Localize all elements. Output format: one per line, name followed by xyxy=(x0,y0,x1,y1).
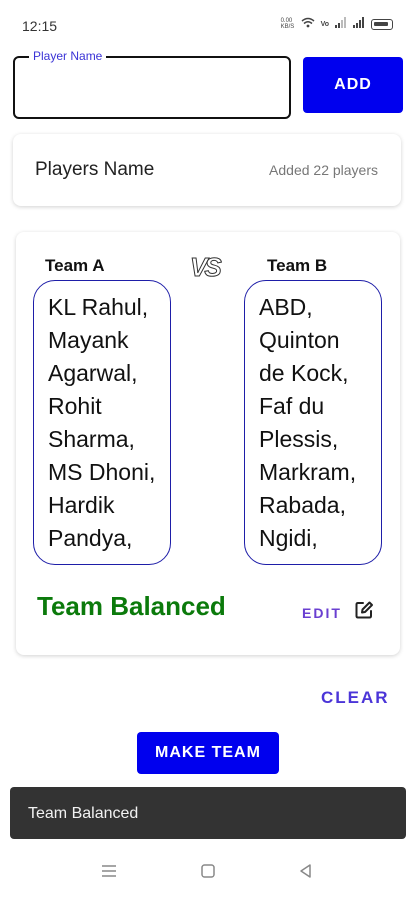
signal-icon-2 xyxy=(353,17,365,31)
players-name-card[interactable]: Players Name Added 22 players xyxy=(13,134,401,206)
team-b-player: de Kock, xyxy=(259,360,349,386)
team-a-box: KL Rahul, Mayank Agarwal, Rohit Sharma, … xyxy=(33,280,171,565)
vs-icon: VS xyxy=(190,252,223,283)
team-a-player: Agarwal, xyxy=(48,360,138,386)
make-team-button[interactable]: MAKE TEAM xyxy=(137,732,279,774)
edit-icon xyxy=(354,600,374,625)
team-a-player: Pandya, xyxy=(48,525,133,551)
edit-label: EDIT xyxy=(302,604,342,621)
menu-lines-icon[interactable] xyxy=(100,863,118,884)
status-icons: 0.00 KB/S Vo xyxy=(281,17,393,31)
status-bar: 12:15 0.00 KB/S Vo xyxy=(0,0,415,52)
team-a-header: Team A xyxy=(45,256,105,275)
system-navigation-bar xyxy=(0,845,415,900)
wifi-icon xyxy=(301,17,315,31)
volte-icon: Vo xyxy=(320,20,329,28)
team-a-player: KL Rahul, xyxy=(48,294,149,320)
team-b-player: Plessis, xyxy=(259,426,339,452)
network-speed-indicator: 0.00 KB/S xyxy=(280,18,295,30)
team-balanced-status: Team Balanced xyxy=(37,591,226,621)
team-b-player: Markram, xyxy=(259,459,357,485)
player-name-input[interactable] xyxy=(25,72,275,106)
team-b-player: Quinton xyxy=(259,327,340,353)
team-b-player: Rabada, xyxy=(259,492,346,518)
status-time: 12:15 xyxy=(22,18,58,34)
clear-button[interactable]: CLEAR xyxy=(321,688,390,708)
team-b-player: Ngidi, xyxy=(259,525,318,551)
edit-teams-button[interactable]: EDIT xyxy=(302,600,374,625)
player-name-field-wrapper: Player Name xyxy=(13,49,291,119)
team-b-player: ABD, xyxy=(259,294,313,320)
square-home-icon[interactable] xyxy=(200,863,216,884)
signal-icon-1 xyxy=(335,17,347,31)
team-b-player: Faf du xyxy=(259,393,325,419)
team-a-player: Mayank xyxy=(48,327,129,353)
snackbar: Team Balanced xyxy=(10,787,406,839)
team-a-player-list: KL Rahul, Mayank Agarwal, Rohit Sharma, … xyxy=(48,291,162,555)
players-count-text: Added 22 players xyxy=(269,162,378,178)
team-b-player-list: ABD, Quinton de Kock, Faf du Plessis, Ma… xyxy=(259,291,373,555)
team-b-header: Team B xyxy=(267,256,328,275)
team-a-player: Rohit xyxy=(48,393,102,419)
team-a-player: MS Dhoni, xyxy=(48,459,156,485)
team-b-box: ABD, Quinton de Kock, Faf du Plessis, Ma… xyxy=(244,280,382,565)
triangle-back-icon[interactable] xyxy=(298,863,314,884)
add-player-button[interactable]: ADD xyxy=(303,57,403,113)
snackbar-message: Team Balanced xyxy=(28,805,139,822)
player-name-field-label: Player Name xyxy=(29,49,107,63)
teams-card: Team A VS Team B KL Rahul, Mayank Agarwa… xyxy=(16,232,400,655)
team-a-player: Hardik xyxy=(48,492,115,518)
players-name-title: Players Name xyxy=(35,159,155,180)
team-a-player: Sharma, xyxy=(48,426,135,452)
battery-icon xyxy=(371,18,393,30)
